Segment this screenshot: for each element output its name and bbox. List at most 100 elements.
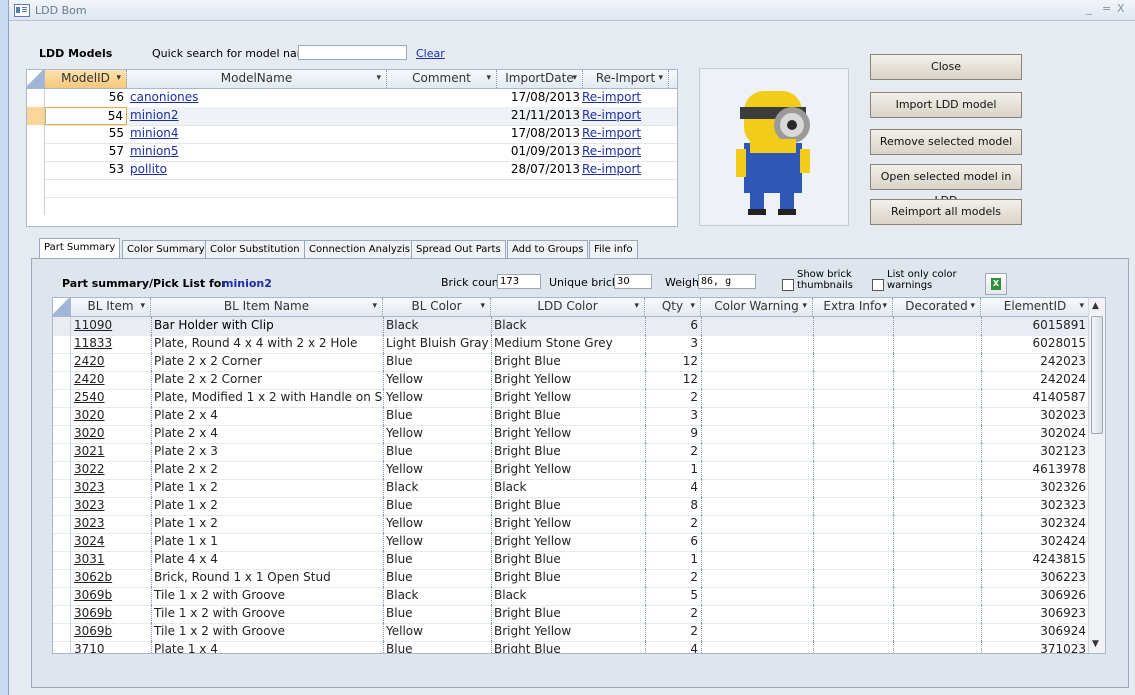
excel-export-icon[interactable]: X (985, 273, 1007, 295)
col-decorated[interactable]: Decorated ▾ (893, 298, 981, 316)
bl-item-link[interactable]: 3023 (71, 479, 151, 497)
open-in-ldd-button[interactable]: Open selected model in LDD (870, 164, 1022, 207)
bl-item-link[interactable]: 3021 (71, 443, 151, 461)
model-name-link[interactable]: minion2 (127, 107, 387, 125)
bl-item-link[interactable]: 3031 (71, 551, 151, 569)
model-comment[interactable] (387, 107, 497, 125)
filter-dropdown-icon[interactable]: ▾ (658, 70, 663, 87)
list-only-warnings-checkbox[interactable] (872, 279, 884, 291)
row-selector[interactable] (53, 497, 71, 515)
model-name-link[interactable]: canoniones (127, 89, 387, 107)
clear-link[interactable]: Clear (416, 47, 445, 60)
filter-dropdown-icon[interactable]: ▾ (970, 298, 975, 315)
model-row[interactable]: 57 minion5 01/09/2013 Re-import (27, 143, 677, 162)
row-selector[interactable] (53, 533, 71, 551)
row-selector[interactable] (53, 371, 71, 389)
reimport-link[interactable]: Re-import (579, 125, 669, 143)
reimport-all-button[interactable]: Reimport all models (870, 199, 1022, 225)
model-comment[interactable] (387, 161, 497, 179)
tab-color-summary[interactable]: Color Summary (122, 240, 210, 259)
weight-field[interactable]: 86, g (698, 274, 756, 289)
row-selector[interactable] (53, 389, 71, 407)
row-selector[interactable] (27, 143, 45, 161)
model-row[interactable]: 53 pollito 28/07/2013 Re-import (27, 161, 677, 180)
row-selector[interactable] (53, 515, 71, 533)
tab-add-to-groups[interactable]: Add to Groups (507, 240, 589, 259)
part-row[interactable]: 3031 Plate 4 x 4 Blue Bright Blue 1 4243815 (53, 551, 1089, 570)
tab-connection-analyzis[interactable]: Connection Analyzis (304, 240, 416, 259)
part-row[interactable]: 3069b Tile 1 x 2 with Groove Blue Bright Bl… (53, 605, 1089, 624)
row-selector[interactable] (53, 569, 71, 587)
row-selector[interactable] (27, 107, 45, 125)
row-selector[interactable] (27, 161, 45, 179)
row-selector[interactable] (53, 623, 71, 641)
row-selector[interactable] (27, 125, 45, 143)
reimport-link[interactable]: Re-import (579, 107, 669, 125)
scroll-down-icon[interactable]: ▼ (1092, 639, 1099, 649)
part-row[interactable]: 3062b Brick, Round 1 x 1 Open Stud Blue Bri… (53, 569, 1089, 588)
reimport-link[interactable]: Re-import (579, 143, 669, 161)
bl-item-link[interactable]: 11833 (71, 335, 151, 353)
model-row[interactable]: 56 canoniones 17/08/2013 Re-import (27, 89, 677, 108)
col-extra-info[interactable]: Extra Info ▾ (813, 298, 893, 316)
scroll-up-icon[interactable]: ▲ (1092, 301, 1099, 311)
row-selector[interactable] (53, 317, 71, 335)
part-row[interactable]: 2420 Plate 2 x 2 Corner Blue Bright Blue 12 2… (53, 353, 1089, 372)
part-row[interactable]: 3069b Tile 1 x 2 with Groove Black Black 5 30… (53, 587, 1089, 606)
remove-model-button[interactable]: Remove selected model (870, 129, 1022, 155)
model-comment[interactable] (387, 89, 497, 107)
new-record-row[interactable] (27, 179, 677, 198)
model-name-link[interactable]: pollito (127, 161, 387, 179)
minimize-button[interactable]: _ (1086, 2, 1092, 15)
part-row[interactable]: 2540 Plate, Modified 1 x 2 with Handle on… (53, 389, 1089, 408)
bl-item-link[interactable]: 3710 (71, 641, 151, 653)
filter-dropdown-icon[interactable]: ▾ (486, 70, 491, 87)
col-ldd-color[interactable]: LDD Color ▾ (491, 298, 645, 316)
import-model-button[interactable]: Import LDD model (870, 92, 1022, 118)
bl-item-link[interactable]: 3024 (71, 533, 151, 551)
col-bl-color[interactable]: BL Color ▾ (383, 298, 491, 316)
row-selector[interactable] (53, 551, 71, 569)
bl-item-link[interactable]: 3069b (71, 605, 151, 623)
part-row[interactable]: 3023 Plate 1 x 2 Blue Bright Blue 8 302323 (53, 497, 1089, 516)
close-window-button[interactable]: X (1117, 2, 1125, 15)
part-row[interactable]: 3023 Plate 1 x 2 Yellow Bright Yellow 2 30232… (53, 515, 1089, 534)
select-all-corner[interactable] (53, 298, 71, 316)
part-row[interactable]: 3022 Plate 2 x 2 Yellow Bright Yellow 1 46139… (53, 461, 1089, 480)
part-row[interactable]: 3021 Plate 2 x 3 Blue Bright Blue 2 302123 (53, 443, 1089, 462)
bl-item-link[interactable]: 3022 (71, 461, 151, 479)
tab-spread-out-parts[interactable]: Spread Out Parts (411, 240, 506, 259)
row-selector[interactable] (53, 443, 71, 461)
sort-dropdown-icon[interactable]: ▾ (116, 70, 121, 87)
filter-dropdown-icon[interactable]: ▾ (802, 298, 807, 315)
show-thumbnails-checkbox[interactable] (782, 279, 794, 291)
reimport-link[interactable]: Re-import (579, 161, 669, 179)
col-color-warning[interactable]: Color Warning ▾ (701, 298, 813, 316)
col-bl-item-name[interactable]: BL Item Name ▾ (151, 298, 383, 316)
row-selector[interactable] (53, 353, 71, 371)
row-selector[interactable] (27, 179, 45, 197)
tab-color-substitution[interactable]: Color Substitution (205, 240, 305, 259)
row-selector[interactable] (53, 407, 71, 425)
col-reimport[interactable]: Re-Import ▾ (583, 70, 669, 88)
bl-item-link[interactable]: 3023 (71, 497, 151, 515)
row-selector[interactable] (27, 89, 45, 107)
bl-item-link[interactable]: 2420 (71, 353, 151, 371)
quick-search-input[interactable] (298, 45, 407, 60)
col-bl-item[interactable]: BL Item ▾ (71, 298, 151, 316)
bl-item-link[interactable]: 3069b (71, 587, 151, 605)
bl-item-link[interactable]: 3062b (71, 569, 151, 587)
filter-dropdown-icon[interactable]: ▾ (634, 298, 639, 315)
model-row-selected[interactable]: 54 minion2 21/11/2013 Re-import (27, 107, 677, 126)
col-comment[interactable]: Comment ▾ (387, 70, 497, 88)
select-all-corner[interactable] (27, 70, 45, 88)
col-modelname[interactable]: ModelName ▾ (127, 70, 387, 88)
model-name-link[interactable]: minion5 (127, 143, 387, 161)
filter-dropdown-icon[interactable]: ▾ (1079, 298, 1084, 315)
col-element-id[interactable]: ElementID ▾ (981, 298, 1089, 316)
bl-item-link[interactable]: 3023 (71, 515, 151, 533)
filter-dropdown-icon[interactable]: ▾ (480, 298, 485, 315)
bl-item-link[interactable]: 11090 (71, 317, 151, 335)
reimport-link[interactable]: Re-import (579, 89, 669, 107)
filter-dropdown-icon[interactable]: ▾ (140, 298, 145, 315)
